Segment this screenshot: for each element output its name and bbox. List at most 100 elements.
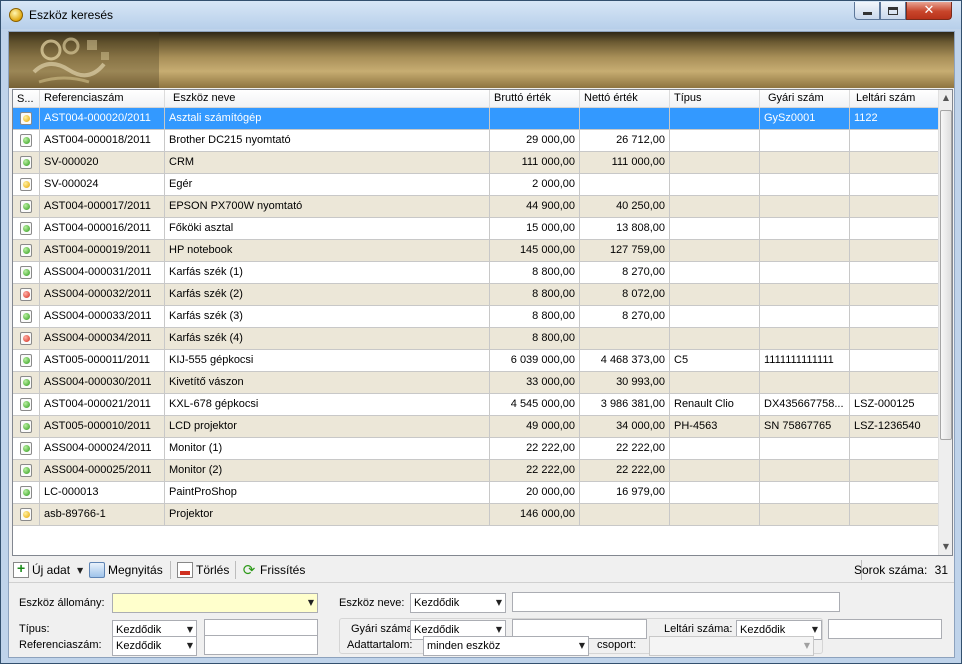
grid-rows: AST004-000020/2011 Asztali számítógép GySz… [13, 108, 939, 526]
cell-net: 8 072,00 [580, 284, 670, 305]
column-header-net[interactable]: Nettó érték [580, 90, 670, 108]
cell-inventory [850, 482, 939, 503]
table-row[interactable]: AST004-000017/2011 EPSON PX700W nyomtató 4… [13, 196, 939, 218]
cell-gross: 111 000,00 [490, 152, 580, 173]
column-header-gross[interactable]: Bruttó érték [490, 90, 580, 108]
table-row[interactable]: ASS004-000032/2011 Karfás szék (2) 8 800,0… [13, 284, 939, 306]
cell-inventory [850, 306, 939, 327]
cell-inventory [850, 218, 939, 239]
chevron-down-icon[interactable]: ▼ [77, 566, 83, 575]
table-row[interactable]: AST004-000020/2011 Asztali számítógép GySz… [13, 108, 939, 130]
cell-serial [760, 152, 850, 173]
refresh-button[interactable]: ⟳ Frissítés [241, 560, 306, 580]
column-header-name[interactable]: Eszköz neve [165, 90, 490, 108]
maximize-button[interactable] [880, 2, 906, 20]
cell-status [13, 438, 40, 459]
cell-name: Egér [165, 174, 490, 195]
table-row[interactable]: SV-000024 Egér 2 000,00 [13, 174, 939, 196]
new-button[interactable]: Új adat ▼ [13, 560, 83, 580]
content-select[interactable]: minden eszköz [423, 636, 589, 656]
status-green-icon [20, 222, 32, 235]
status-green-icon [20, 156, 32, 169]
table-row[interactable]: ASS004-000025/2011 Monitor (2) 22 222,00 22… [13, 460, 939, 482]
table-row[interactable]: AST004-000018/2011 Brother DC215 nyomtató… [13, 130, 939, 152]
status-green-icon [20, 486, 32, 499]
cell-gross: 44 900,00 [490, 196, 580, 217]
cell-type [670, 174, 760, 195]
asset-name-mode-select[interactable]: Kezdődik [410, 593, 506, 613]
column-header-serial[interactable]: Gyári szám [760, 90, 850, 108]
asset-name-input[interactable] [512, 592, 840, 612]
cell-net [580, 504, 670, 525]
column-header-reference[interactable]: Referenciaszám [40, 90, 165, 108]
reference-mode-select[interactable]: Kezdődik [112, 636, 197, 656]
table-row[interactable]: asb-89766-1 Projektor 146 000,00 [13, 504, 939, 526]
table-row[interactable]: ASS004-000033/2011 Karfás szék (3) 8 800,0… [13, 306, 939, 328]
cell-net: 34 000,00 [580, 416, 670, 437]
cell-name: LCD projektor [165, 416, 490, 437]
scroll-up-icon[interactable]: ▲ [939, 90, 952, 106]
table-row[interactable]: ASS004-000031/2011 Karfás szék (1) 8 800,0… [13, 262, 939, 284]
cell-status [13, 262, 40, 283]
scroll-thumb[interactable] [940, 110, 952, 440]
status-red-icon [20, 332, 32, 345]
status-green-icon [20, 398, 32, 411]
cell-name: Brother DC215 nyomtató [165, 130, 490, 151]
cell-name: Kivetítő vászon [165, 372, 490, 393]
table-row[interactable]: ASS004-000030/2011 Kivetítő vászon 33 000,… [13, 372, 939, 394]
cell-type [670, 372, 760, 393]
title-bar[interactable]: Eszköz keresés ✕ [1, 1, 961, 29]
cell-reference: ASS004-000032/2011 [40, 284, 165, 305]
group-select[interactable] [649, 636, 814, 656]
column-header-type[interactable]: Típus [670, 90, 760, 108]
open-button[interactable]: Megnyitás [89, 560, 163, 580]
cell-serial [760, 328, 850, 349]
cell-gross: 4 545 000,00 [490, 394, 580, 415]
table-row[interactable]: SV-000020 CRM 111 000,00 111 000,00 [13, 152, 939, 174]
cell-type [670, 108, 760, 129]
cell-gross: 33 000,00 [490, 372, 580, 393]
cell-name: HP notebook [165, 240, 490, 261]
cell-inventory [850, 152, 939, 173]
table-row[interactable]: AST004-000016/2011 Főköki asztal 15 000,00… [13, 218, 939, 240]
close-button[interactable]: ✕ [906, 2, 952, 20]
status-green-icon [20, 200, 32, 213]
table-row[interactable]: AST004-000021/2011 KXL-678 gépkocsi 4 545 … [13, 394, 939, 416]
table-row[interactable]: AST005-000011/2011 KIJ-555 gépkocsi 6 039 … [13, 350, 939, 372]
column-header-inventory[interactable]: Leltári szám [850, 90, 939, 108]
table-row[interactable]: LC-000013 PaintProShop 20 000,00 16 979,00 [13, 482, 939, 504]
asset-grid: S... Referenciaszám Eszköz neve Bruttó é… [12, 89, 953, 556]
cell-gross: 8 800,00 [490, 306, 580, 327]
cell-name: Karfás szék (2) [165, 284, 490, 305]
table-row[interactable]: ASS004-000024/2011 Monitor (1) 22 222,00 22… [13, 438, 939, 460]
cell-reference: ASS004-000034/2011 [40, 328, 165, 349]
cell-net: 111 000,00 [580, 152, 670, 173]
cell-name: Karfás szék (1) [165, 262, 490, 283]
column-header-status[interactable]: S... [13, 90, 40, 108]
reference-input[interactable] [204, 635, 318, 655]
asset-stock-select[interactable] [112, 593, 318, 613]
cell-status [13, 306, 40, 327]
cell-reference: AST004-000018/2011 [40, 130, 165, 151]
vertical-scrollbar[interactable]: ▲ ▼ [938, 90, 952, 555]
table-row[interactable]: ASS004-000034/2011 Karfás szék (4) 8 800,0… [13, 328, 939, 350]
table-row[interactable]: AST004-000019/2011 HP notebook 145 000,00 1… [13, 240, 939, 262]
cell-net: 40 250,00 [580, 196, 670, 217]
minimize-button[interactable] [854, 2, 880, 20]
cell-inventory: LSZ-1236540 [850, 416, 939, 437]
cell-status [13, 482, 40, 503]
table-row[interactable]: AST005-000010/2011 LCD projektor 49 000,00… [13, 416, 939, 438]
cell-inventory [850, 130, 939, 151]
toolbar: Új adat ▼ Megnyitás Törlés ⟳ Frissítés S… [9, 557, 954, 583]
cell-type [670, 504, 760, 525]
delete-button[interactable]: Törlés [177, 560, 229, 580]
content-label: Adattartalom: [347, 639, 413, 651]
scroll-down-icon[interactable]: ▼ [939, 539, 952, 555]
cell-gross: 49 000,00 [490, 416, 580, 437]
cell-net: 3 986 381,00 [580, 394, 670, 415]
cell-type [670, 152, 760, 173]
cell-reference: AST004-000016/2011 [40, 218, 165, 239]
cell-inventory [850, 460, 939, 481]
status-green-icon [20, 420, 32, 433]
new-button-label: Új adat [32, 563, 71, 577]
